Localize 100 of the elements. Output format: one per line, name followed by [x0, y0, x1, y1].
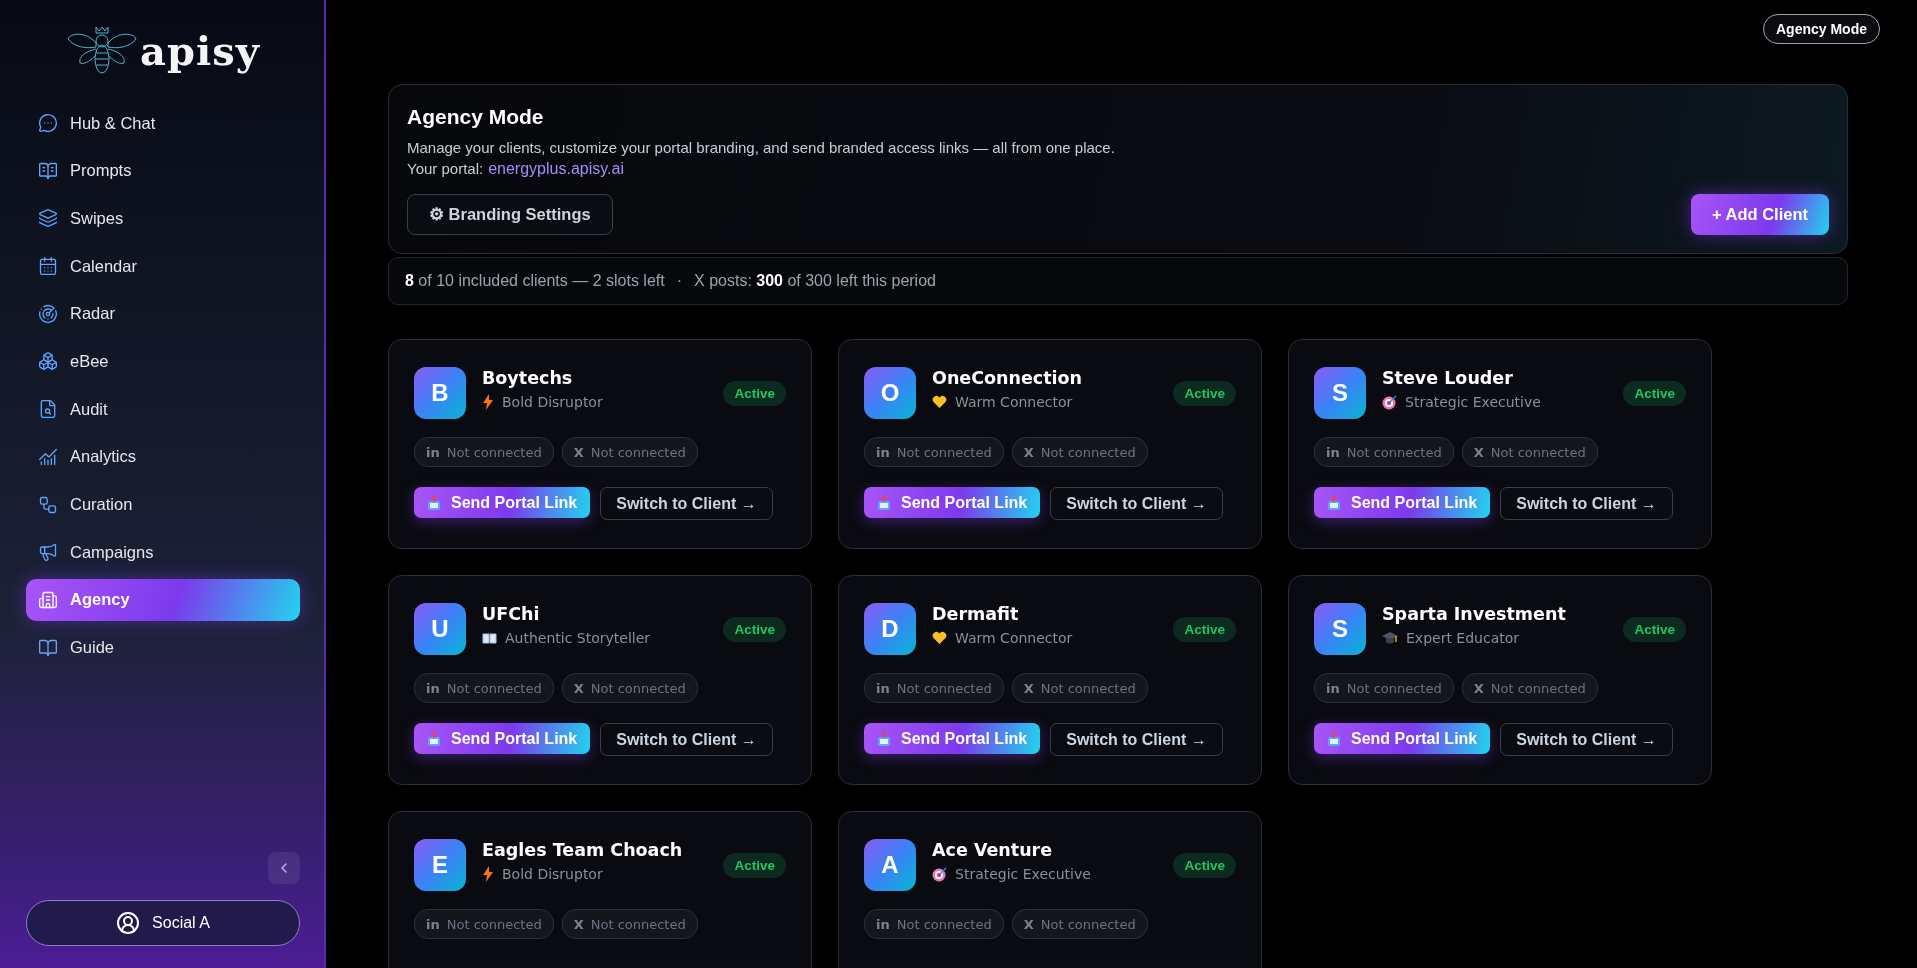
send-portal-link-button[interactable]: Send Portal Link — [1314, 487, 1491, 519]
status-badge: Active — [723, 617, 786, 643]
connection-chip: in Not connected — [414, 673, 554, 704]
client-name: UFChi — [482, 604, 541, 625]
send-portal-link-button[interactable]: Send Portal Link — [414, 487, 591, 519]
nav-icon — [38, 160, 58, 181]
client-avatar: U — [414, 603, 466, 656]
open-book-icon — [482, 632, 497, 645]
graduation-cap-icon — [1382, 631, 1398, 646]
nav-item[interactable]: eBee — [26, 340, 300, 383]
connection-chip: X Not connected — [1011, 437, 1148, 468]
mailbox-icon — [877, 730, 891, 747]
nav-item[interactable]: Prompts — [26, 149, 300, 192]
connection-chip: X Not connected — [1461, 673, 1598, 704]
connection-chip: in Not connected — [864, 673, 1004, 704]
branding-settings-button[interactable]: ⚙ Branding Settings — [407, 194, 613, 236]
switch-to-client-button[interactable]: Switch to Client → — [1050, 723, 1223, 757]
status-badge: Active — [1623, 381, 1686, 407]
client-persona: Expert Educator — [1406, 630, 1520, 647]
portal-link[interactable]: energyplus.apisy.ai — [488, 158, 624, 181]
add-client-button[interactable]: + Add Client — [1690, 194, 1829, 236]
connection-chip: in Not connected — [414, 437, 554, 468]
logo-text: apisy — [140, 26, 260, 74]
nav-item[interactable]: Guide — [26, 626, 300, 669]
heart-icon — [932, 395, 947, 410]
client-name: Dermafit — [932, 604, 1020, 625]
client-persona: Bold Disruptor — [502, 394, 603, 411]
mode-badge: Agency Mode — [1763, 14, 1880, 44]
mailbox-icon — [1327, 730, 1341, 747]
nav-icon — [38, 637, 58, 658]
mailbox-icon — [427, 730, 441, 747]
client-persona: Strategic Executive — [955, 866, 1091, 883]
client-avatar: B — [414, 367, 466, 420]
switch-to-client-button[interactable]: Switch to Client → — [1050, 487, 1223, 521]
target-icon — [1382, 394, 1397, 410]
client-name: OneConnection — [932, 368, 1084, 389]
send-portal-link-button[interactable]: Send Portal Link — [864, 723, 1041, 755]
nav-icon — [38, 399, 58, 420]
page-title: Agency Mode — [407, 105, 545, 129]
page-description: Manage your clients, customize your portal branding, and send branded access links — all from one place. — [407, 138, 1116, 158]
client-persona: Strategic Executive — [1405, 394, 1541, 411]
account-button[interactable]: Social A — [26, 900, 300, 946]
nav-item[interactable]: Audit — [26, 388, 300, 431]
status-badge: Active — [723, 853, 786, 879]
nav-item[interactable]: Curation — [26, 483, 300, 526]
nav-item[interactable]: Calendar — [26, 245, 300, 288]
client-avatar: O — [864, 367, 916, 420]
client-persona: Authentic Storyteller — [505, 630, 651, 647]
client-persona: Warm Connector — [955, 630, 1073, 647]
nav-icon — [38, 494, 58, 515]
posts-usage-text: X posts: 300 of 300 left this period — [694, 272, 936, 291]
client-name: Steve Louder — [1382, 368, 1514, 389]
connection-chip: in Not connected — [864, 437, 1004, 468]
status-badge: Active — [1173, 853, 1236, 879]
nav-icon — [38, 351, 58, 372]
connection-chip: X Not connected — [561, 437, 698, 468]
nav-icon — [38, 589, 58, 610]
switch-to-client-button[interactable]: Switch to Client → — [1500, 487, 1673, 521]
connection-chip: in Not connected — [864, 909, 1004, 940]
status-badge: Active — [1173, 381, 1236, 407]
switch-to-client-button[interactable]: Switch to Client → — [1500, 723, 1673, 757]
nav-item[interactable]: Analytics — [26, 435, 300, 478]
send-portal-link-button[interactable]: Send Portal Link — [414, 723, 591, 755]
nav-icon — [38, 542, 58, 563]
status-badge: Active — [1623, 617, 1686, 643]
target-icon — [932, 866, 947, 882]
nav-icon — [38, 446, 58, 467]
client-name: Ace Venture — [932, 840, 1054, 861]
status-badge: Active — [723, 381, 786, 407]
connection-chip: X Not connected — [561, 673, 698, 704]
lightning-bolt-icon — [482, 866, 494, 883]
connection-chip: X Not connected — [1011, 673, 1148, 704]
client-avatar: D — [864, 603, 916, 656]
mailbox-icon — [427, 494, 441, 511]
connection-chip: in Not connected — [1314, 437, 1454, 468]
connection-chip: in Not connected — [414, 909, 554, 940]
client-name: Sparta Investment — [1382, 604, 1567, 625]
client-name: Eagles Team Choach — [482, 840, 684, 861]
nav-icon — [38, 208, 58, 229]
separator-dot: · — [676, 272, 683, 291]
connection-chip: X Not connected — [561, 909, 698, 940]
nav-item[interactable]: Agency — [26, 578, 300, 621]
send-portal-link-button[interactable]: Send Portal Link — [1314, 723, 1491, 755]
collapse-button[interactable] — [268, 852, 300, 884]
client-persona: Bold Disruptor — [502, 866, 603, 883]
lightning-bolt-icon — [482, 394, 494, 411]
switch-to-client-button[interactable]: Switch to Client → — [600, 487, 773, 521]
mailbox-icon — [877, 494, 891, 511]
send-portal-link-button[interactable]: Send Portal Link — [864, 487, 1041, 519]
nav-item[interactable]: Hub & Chat — [26, 102, 300, 144]
nav-icon — [38, 303, 58, 324]
client-avatar: E — [414, 839, 466, 892]
nav-item[interactable]: Radar — [26, 292, 300, 335]
connection-chip: X Not connected — [1461, 437, 1598, 468]
heart-icon — [932, 631, 947, 646]
status-badge: Active — [1173, 617, 1236, 643]
switch-to-client-button[interactable]: Switch to Client → — [600, 723, 773, 757]
nav-item[interactable]: Swipes — [26, 197, 300, 240]
nav-item[interactable]: Campaigns — [26, 531, 300, 574]
mailbox-icon — [1327, 494, 1341, 511]
